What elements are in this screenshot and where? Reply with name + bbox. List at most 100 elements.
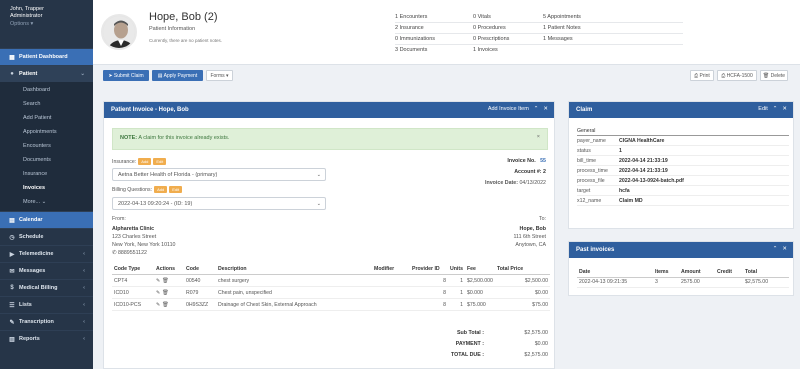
subtotal-value: $2,575.00 bbox=[524, 330, 548, 336]
nav-label: Lists bbox=[19, 302, 32, 308]
insurance-add-button[interactable]: Add bbox=[138, 158, 152, 165]
claim-value: 2022-04-14 21:33:19 bbox=[619, 167, 668, 174]
insurance-edit-button[interactable]: Edit bbox=[153, 158, 167, 165]
cell-provider: 8 bbox=[410, 286, 448, 299]
print-button[interactable]: ⎙ Print bbox=[690, 70, 714, 81]
nav-lists[interactable]: ☰ Lists ‹ bbox=[0, 296, 93, 313]
close-icon[interactable]: ✕ bbox=[782, 246, 787, 252]
sub-item-search[interactable]: Search bbox=[0, 97, 93, 111]
submit-claim-button[interactable]: ➤ Submit Claim bbox=[103, 70, 149, 81]
to-label: To: bbox=[538, 216, 546, 222]
collapse-icon[interactable]: ⌃ bbox=[773, 106, 778, 112]
col-description: Description bbox=[216, 264, 372, 275]
invoice-date-value: 04/13/2022 bbox=[519, 180, 546, 186]
close-icon[interactable]: × bbox=[537, 134, 540, 140]
claim-row: x12_name Claim MD bbox=[577, 196, 789, 206]
nav-patient-dashboard[interactable]: ▦ Patient Dashboard bbox=[0, 48, 93, 65]
insurance-select[interactable]: Aetna Better Health of Florida - (primar… bbox=[112, 168, 326, 181]
pencil-icon[interactable]: ✎ bbox=[156, 290, 160, 296]
close-icon[interactable]: ✕ bbox=[543, 106, 548, 112]
stat-encounters[interactable]: 1 Encounters bbox=[395, 14, 427, 20]
nav-messages[interactable]: ✉ Messages ‹ bbox=[0, 262, 93, 279]
sub-item-encounters[interactable]: Encounters bbox=[0, 139, 93, 153]
claim-section-general: General bbox=[577, 126, 789, 136]
chevron-left-icon: ‹ bbox=[83, 251, 85, 257]
collapse-icon[interactable]: ⌃ bbox=[773, 246, 778, 252]
cell-credit bbox=[715, 277, 743, 288]
cell-total: $2,500.00 bbox=[494, 274, 550, 287]
chevron-left-icon: ‹ bbox=[83, 285, 85, 291]
account-number: Account #: 2 bbox=[514, 169, 546, 175]
chevron-left-icon: ‹ bbox=[83, 319, 85, 325]
cell-actions: ✎ 🗑 bbox=[154, 298, 184, 311]
pencil-icon[interactable]: ✎ bbox=[156, 278, 160, 284]
billing-select-value: 2022-04-13 09:20:24 - (ID: 19) bbox=[118, 201, 193, 207]
sub-item-invoices[interactable]: Invoices bbox=[0, 181, 93, 195]
pen-icon: ✎ bbox=[9, 319, 15, 326]
add-invoice-item-link[interactable]: Add Invoice Item bbox=[488, 106, 529, 112]
cell-description: Chest pain, unspecified bbox=[216, 286, 372, 299]
sub-item-dashboard[interactable]: Dashboard bbox=[0, 83, 93, 97]
sub-item-insurance[interactable]: Insurance bbox=[0, 167, 93, 181]
cell-provider: 8 bbox=[410, 298, 448, 311]
past-invoices-title: Past invoices bbox=[576, 247, 615, 253]
sub-item-more[interactable]: More... ⌄ bbox=[0, 195, 93, 209]
delete-button[interactable]: 🗑 Delete bbox=[760, 70, 788, 81]
insurance-label: Insurance: Add Edit bbox=[112, 158, 167, 165]
claim-exists-alert: NOTE: A claim for this invoice already e… bbox=[112, 128, 548, 150]
table-row[interactable]: 2022-04-13 09:21:35 3 2575.00 $2,575.00 bbox=[577, 277, 789, 288]
user-options-dropdown[interactable]: Options ▾ bbox=[10, 20, 93, 28]
close-icon[interactable]: ✕ bbox=[782, 106, 787, 112]
cell-code: R079 bbox=[184, 286, 216, 299]
forms-dropdown[interactable]: Forms ▾ bbox=[206, 70, 233, 81]
patient-submenu: Dashboard Search Add Patient Appointment… bbox=[0, 82, 93, 211]
stat-patient-notes[interactable]: 1 Patient Notes bbox=[543, 25, 581, 31]
nav-telemedicine[interactable]: ▶ Telemedicine ‹ bbox=[0, 245, 93, 262]
dollar-icon: $ bbox=[10, 285, 14, 291]
stat-procedures[interactable]: 0 Procedures bbox=[473, 25, 506, 31]
billing-label: Billing Questions: Add Edit bbox=[112, 186, 183, 193]
stat-documents[interactable]: 3 Documents bbox=[395, 47, 427, 53]
collapse-icon[interactable]: ⌃ bbox=[534, 106, 539, 112]
envelope-icon: ✉ bbox=[9, 268, 15, 275]
stat-invoices[interactable]: 1 Invoices bbox=[473, 47, 498, 53]
nav-calendar[interactable]: ▤ Calendar bbox=[0, 211, 93, 228]
billing-add-button[interactable]: Add bbox=[154, 186, 168, 193]
col-units: Units bbox=[448, 264, 465, 275]
nav-medical-billing[interactable]: $ Medical Billing ‹ bbox=[0, 279, 93, 296]
stat-prescriptions[interactable]: 0 Prescriptions bbox=[473, 36, 509, 42]
nav-label: Reports bbox=[19, 336, 40, 342]
cell-actions: ✎ 🗑 bbox=[154, 286, 184, 299]
video-icon: ▶ bbox=[9, 251, 15, 258]
sub-item-appointments[interactable]: Appointments bbox=[0, 125, 93, 139]
nav-schedule[interactable]: ◷ Schedule bbox=[0, 228, 93, 245]
cell-units: 1 bbox=[448, 298, 465, 311]
stat-immunizations[interactable]: 0 Immunizations bbox=[395, 36, 435, 42]
claim-value: 1 bbox=[619, 147, 622, 154]
pencil-icon[interactable]: ✎ bbox=[156, 302, 160, 308]
hcfa-1500-button[interactable]: ⎙ HCFA-1500 bbox=[717, 70, 757, 81]
trash-icon[interactable]: 🗑 bbox=[162, 302, 169, 308]
billing-select[interactable]: 2022-04-13 09:20:24 - (ID: 19) ⌄ bbox=[112, 197, 326, 210]
stat-insurance[interactable]: 2 Insurance bbox=[395, 25, 424, 31]
claim-edit-link[interactable]: Edit bbox=[758, 106, 767, 112]
claim-key: bill_time bbox=[577, 157, 597, 164]
stat-appointments[interactable]: 5 Appointments bbox=[543, 14, 581, 20]
nav-label: Transcription bbox=[19, 319, 54, 325]
billing-edit-button[interactable]: Edit bbox=[169, 186, 183, 193]
nav-label: Patient bbox=[19, 71, 38, 77]
apply-payment-button[interactable]: ▤ Apply Payment bbox=[152, 70, 203, 81]
from-label: From: bbox=[112, 216, 126, 222]
trash-icon[interactable]: 🗑 bbox=[162, 290, 169, 296]
sidebar: John, Trapper Administrator Options ▾ ▦ P… bbox=[0, 0, 93, 369]
stat-vitals[interactable]: 0 Vitals bbox=[473, 14, 491, 20]
sub-item-add-patient[interactable]: Add Patient bbox=[0, 111, 93, 125]
nav-reports[interactable]: ▥ Reports ‹ bbox=[0, 330, 93, 347]
trash-icon[interactable]: 🗑 bbox=[162, 278, 169, 284]
alert-text: A claim for this invoice already exists. bbox=[138, 135, 230, 141]
nav-transcription[interactable]: ✎ Transcription ‹ bbox=[0, 313, 93, 330]
stat-messages[interactable]: 1 Messages bbox=[543, 36, 573, 42]
nav-patient[interactable]: ● Patient ⌄ bbox=[0, 65, 93, 82]
claim-key: target bbox=[577, 187, 591, 194]
sub-item-documents[interactable]: Documents bbox=[0, 153, 93, 167]
